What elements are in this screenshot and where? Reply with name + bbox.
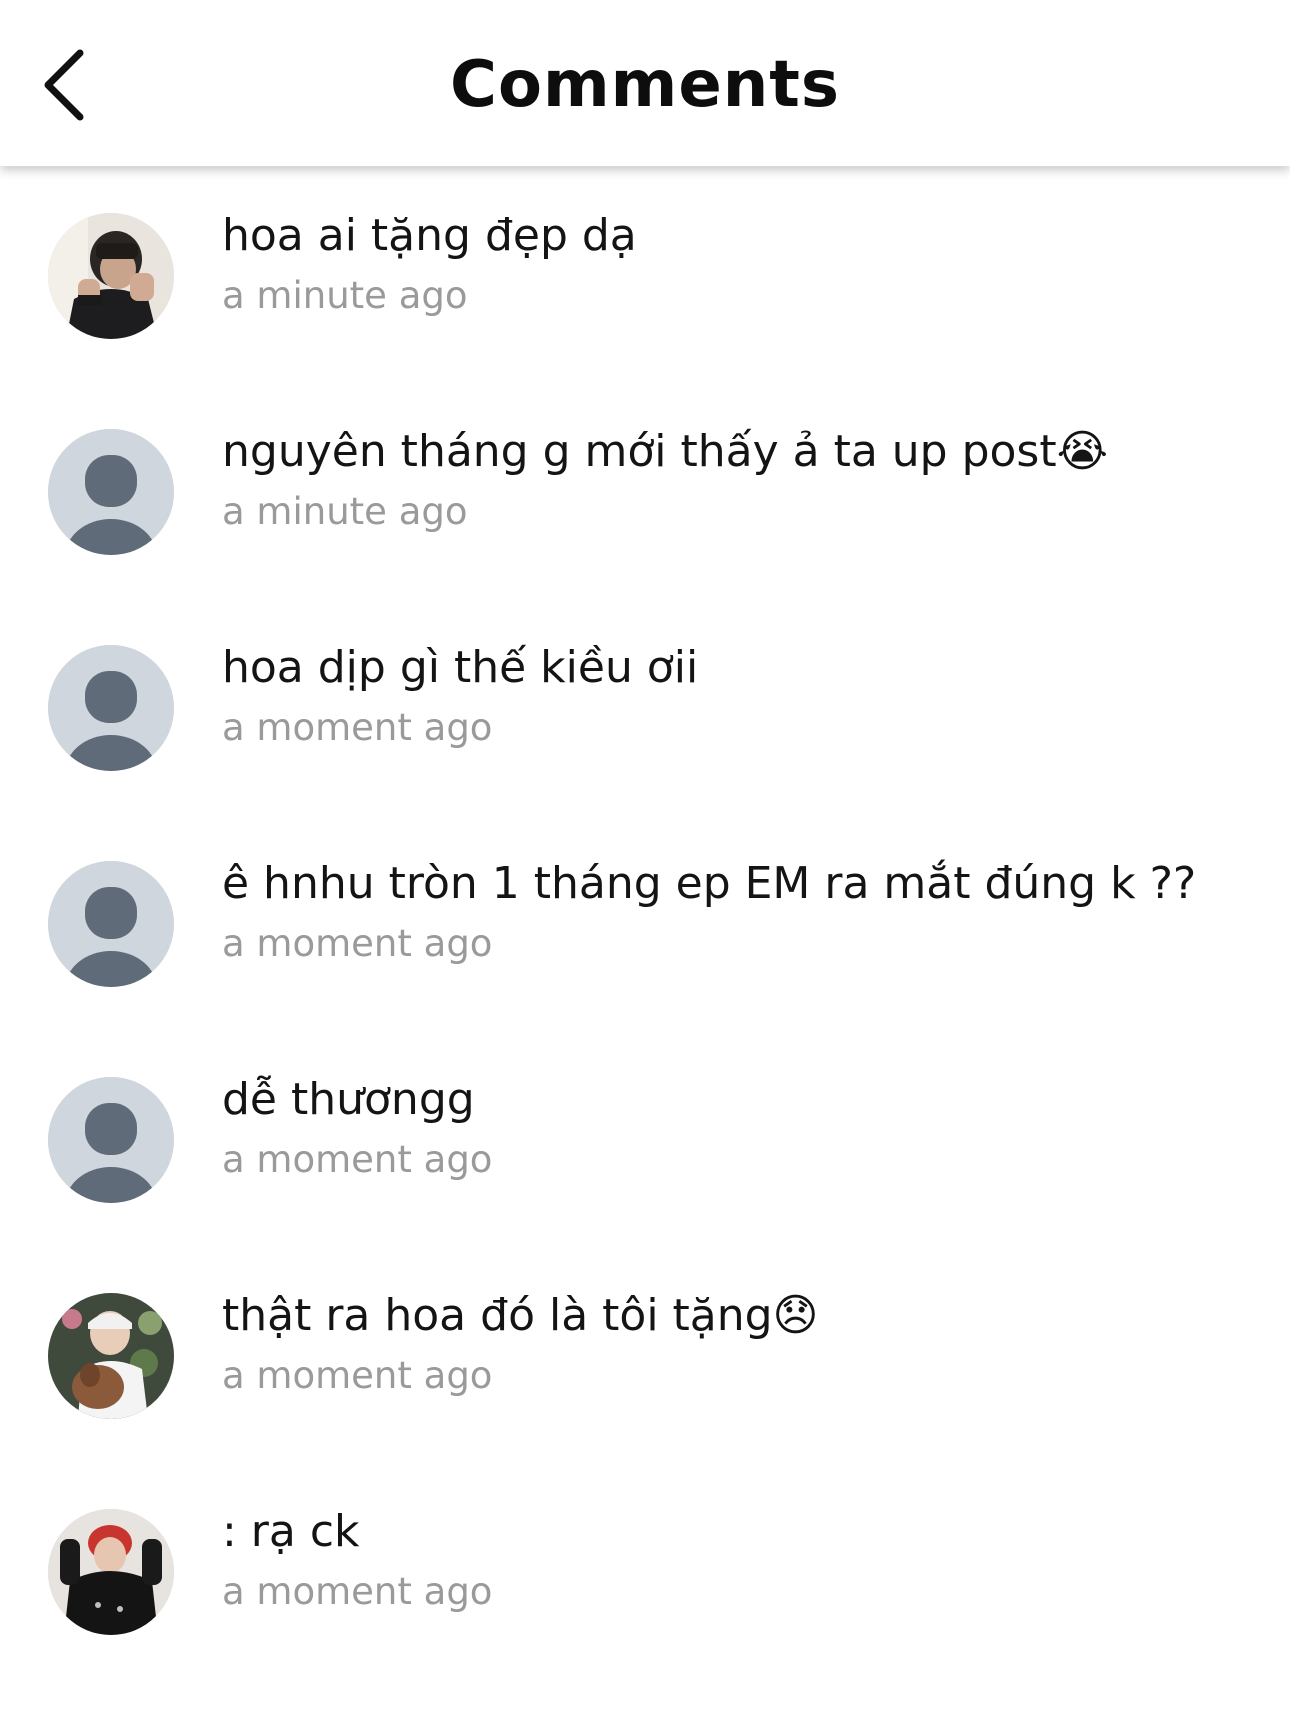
- comment-item: : rạ ck a moment ago: [0, 1462, 1290, 1678]
- avatar[interactable]: [48, 1077, 174, 1203]
- comment-timestamp: a moment ago: [222, 922, 493, 965]
- comment-text: : rạ ck: [222, 1506, 360, 1557]
- comment-text: hoa dịp gì thế kiều ơii: [222, 642, 699, 693]
- avatar[interactable]: [48, 429, 174, 555]
- default-avatar-icon: [48, 429, 174, 555]
- user-photo: [48, 1509, 174, 1635]
- avatar[interactable]: [48, 1293, 174, 1419]
- comment-item: ê hnhu tròn 1 tháng ep EM ra mắt đúng k …: [0, 814, 1290, 1030]
- avatar[interactable]: [48, 1509, 174, 1635]
- comment-timestamp: a minute ago: [222, 274, 468, 317]
- comment-timestamp: a moment ago: [222, 1354, 493, 1397]
- comment-timestamp: a moment ago: [222, 706, 493, 749]
- comment-timestamp: a minute ago: [222, 490, 468, 533]
- comment-text: dễ thươngg: [222, 1074, 475, 1125]
- avatar[interactable]: [48, 861, 174, 987]
- comment-timestamp: a moment ago: [222, 1570, 493, 1613]
- comment-item: nguyên tháng g mới thấy ả ta up post😭 a …: [0, 382, 1290, 598]
- comment-item: dễ thươngg a moment ago: [0, 1030, 1290, 1246]
- comment-item: hoa ai tặng đẹp dạ a minute ago: [0, 166, 1290, 382]
- comment-text: hoa ai tặng đẹp dạ: [222, 210, 637, 261]
- avatar[interactable]: [48, 213, 174, 339]
- default-avatar-icon: [48, 645, 174, 771]
- comment-timestamp: a moment ago: [222, 1138, 493, 1181]
- avatar[interactable]: [48, 645, 174, 771]
- header: Comments: [0, 0, 1290, 166]
- comment-item: hoa dịp gì thế kiều ơii a moment ago: [0, 598, 1290, 814]
- comment-text: nguyên tháng g mới thấy ả ta up post😭: [222, 426, 1109, 477]
- user-photo: [48, 1293, 174, 1419]
- comment-text: thật ra hoa đó là tôi tặng😞: [222, 1290, 819, 1341]
- default-avatar-icon: [48, 861, 174, 987]
- page-title: Comments: [450, 48, 840, 122]
- comment-item: thật ra hoa đó là tôi tặng😞 a moment ago: [0, 1246, 1290, 1462]
- default-avatar-icon: [48, 1077, 174, 1203]
- comment-text: ê hnhu tròn 1 tháng ep EM ra mắt đúng k …: [222, 858, 1197, 909]
- user-photo: [48, 213, 174, 339]
